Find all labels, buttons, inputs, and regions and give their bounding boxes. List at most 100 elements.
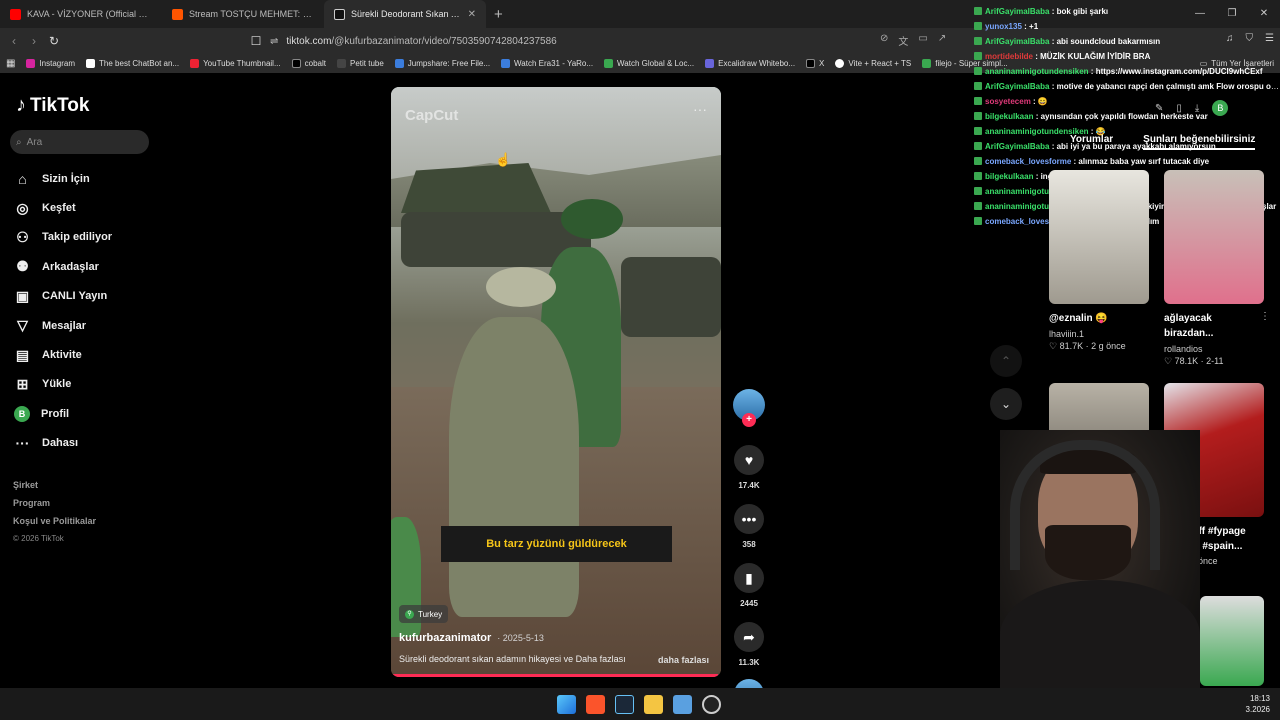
video-subtitle: Bu tarz yüzünü güldürecek [441, 526, 672, 562]
comment-count: 358 [742, 540, 756, 549]
browser-tab-3[interactable]: Sürekli Deodorant Sıkan Adam ✕ [324, 0, 486, 28]
steam-icon[interactable] [615, 695, 634, 714]
windows-start-icon[interactable] [557, 695, 576, 714]
app-icon[interactable] [702, 695, 721, 714]
file-explorer-icon[interactable] [644, 695, 663, 714]
new-tab-icon[interactable]: + [486, 6, 511, 23]
chat-username: bilgekulkaan [985, 172, 1034, 181]
taskbar-clock[interactable]: 18:13 3.2026 [1246, 693, 1270, 715]
bookmark-item[interactable]: Jumpshare: Free File... [394, 58, 490, 68]
bookmark-item[interactable]: Petit tube [336, 58, 384, 68]
edit-icon[interactable]: ✎ [1155, 103, 1163, 114]
share-icon[interactable]: ↗ [938, 33, 946, 48]
no-tracking-icon[interactable]: ⊘ [880, 33, 888, 48]
tab-comments[interactable]: Yorumlar [1070, 134, 1113, 150]
bookmark-item[interactable]: Vite + React + TS [835, 58, 911, 68]
chat-separator: : [1033, 112, 1041, 121]
more-link[interactable]: daha fazlası [658, 655, 709, 665]
bookmark-save-icon[interactable]: ▮ [734, 563, 764, 593]
nav-item-friends[interactable]: ⚉ Arkadaşlar [14, 252, 194, 281]
bookmark-item[interactable]: X [806, 58, 824, 68]
video-progress-bar[interactable] [391, 674, 721, 677]
back-icon[interactable]: ‹ [4, 34, 24, 48]
author-name[interactable]: kufurbazanimator [399, 632, 491, 644]
location-chip[interactable]: ⚲ Turkey [399, 605, 449, 623]
video-options-icon[interactable]: ··· [693, 101, 707, 117]
photos-icon[interactable] [673, 695, 692, 714]
browser-tab-2[interactable]: Stream TOSTÇU MEHMET: PART II (Er [162, 0, 324, 28]
bookmark-item[interactable]: The best ChatBot an... [86, 58, 179, 68]
comment-icon[interactable]: ••• [734, 504, 764, 534]
jumpshare-icon [394, 58, 404, 68]
recommended-card[interactable]: ağlayacak birazdan... rollandios ♡ 78.1K… [1164, 170, 1270, 367]
author-avatar[interactable]: + [733, 389, 765, 427]
bookmark-icon[interactable]: ☐ [246, 34, 266, 48]
comment-action[interactable]: ••• 358 [731, 504, 767, 549]
recommended-card[interactable]: @eznalin 😝 lhaviiin.1 ♡ 81.7K · 2 g önce [1049, 170, 1149, 352]
scroll-up-button[interactable]: ⌃ [990, 345, 1022, 377]
chat-separator: : [1021, 22, 1030, 31]
footer-link-terms[interactable]: Koşul ve Politikalar [13, 512, 96, 530]
like-action[interactable]: ♥ 17.4K [731, 445, 767, 490]
tiktok-logo[interactable]: ♪ TikTok [16, 94, 89, 117]
nav-item-for-you[interactable]: ⌂ Sizin İçin [14, 164, 194, 193]
browser-tab-1[interactable]: KAVA - VİZYONER (Official Music Vid [0, 0, 162, 28]
nav-item-profile[interactable]: B Profil [14, 399, 194, 428]
bookmark-item[interactable]: Excalidraw Whitebo... [705, 58, 796, 68]
heart-icon[interactable]: ♥ [734, 445, 764, 475]
search-icon: ⌕ [16, 136, 22, 148]
nav-item-live[interactable]: ▣ CANLI Yayın [14, 282, 194, 311]
video-player[interactable]: CapCut ··· Bu tarz yüzünü güldürecek ⚲ Tu… [391, 87, 721, 677]
reload-icon[interactable]: ↻ [44, 34, 64, 48]
translate-icon[interactable]: 文 [898, 33, 908, 48]
download-icon[interactable]: ⤓ [1195, 103, 1199, 114]
search-input[interactable]: ⌕ Ara [10, 130, 149, 154]
nav-label: Aktivite [42, 349, 82, 362]
card-more-icon[interactable]: ⋮ [1260, 311, 1270, 322]
x-icon [806, 58, 816, 68]
url-field[interactable]: ⇌ tiktok.com/@kufurbazanimator/video/750… [270, 32, 970, 50]
capcut-watermark: CapCut [405, 107, 459, 124]
save-action[interactable]: ▮ 2445 [731, 563, 767, 608]
nav-item-upload[interactable]: ⊞ Yükle [14, 370, 194, 399]
nav-item-explore[interactable]: ◎ Keşfet [14, 193, 194, 222]
chat-text: alınmaz baba yaw sırf tutacak diye [1078, 157, 1210, 166]
close-tab-icon[interactable]: ✕ [468, 9, 476, 20]
footer-link-program[interactable]: Program [13, 494, 96, 512]
windows-taskbar: 18:13 3.2026 [0, 688, 1280, 720]
apps-grid-icon[interactable]: ▦ [6, 58, 15, 69]
footer-link-company[interactable]: Şirket [13, 476, 96, 494]
card-age: 2-11 [1206, 356, 1224, 366]
chat-badge-icon [974, 202, 982, 210]
follow-plus-icon[interactable]: + [742, 413, 756, 427]
instagram-icon [26, 58, 36, 68]
user-avatar[interactable]: B [1212, 100, 1229, 116]
chat-text: 😄 [1037, 97, 1048, 106]
cast-icon[interactable]: ▭ [918, 33, 927, 48]
tab-title: KAVA - VİZYONER (Official Music Vid [27, 9, 152, 19]
forward-icon[interactable]: › [24, 34, 44, 48]
bookmark-item[interactable]: Watch Era31 - YaRo... [501, 58, 593, 68]
share-action[interactable]: ➦ 11.3K [731, 622, 767, 667]
device-icon[interactable]: ▯ [1176, 103, 1182, 114]
nav-item-activity[interactable]: ▤ Aktivite [14, 340, 194, 369]
chat-text: +1 [1029, 22, 1039, 31]
bookmark-item[interactable]: Instagram [26, 58, 75, 68]
filejo-icon [922, 58, 932, 68]
brave-browser-icon[interactable] [586, 695, 605, 714]
recommended-card[interactable] [1200, 596, 1264, 686]
bookmark-item[interactable]: cobalt [291, 58, 326, 68]
chat-badge-icon [974, 97, 982, 105]
nav-item-more[interactable]: ··· Dahası [14, 429, 194, 458]
scroll-down-button[interactable]: ⌄ [990, 388, 1022, 420]
bookmark-label: Excalidraw Whitebo... [718, 58, 796, 68]
bookmark-item[interactable]: Watch Global & Loc... [604, 58, 694, 68]
nav-item-messages[interactable]: ▽ Mesajlar [14, 311, 194, 340]
chat-username: ArifGayimalBaba [985, 7, 1050, 16]
site-info-icon[interactable]: ⇌ [270, 36, 278, 47]
bookmark-item[interactable]: YouTube Thumbnail... [190, 58, 281, 68]
nav-item-following[interactable]: ⚇ Takip ediliyor [14, 223, 194, 252]
tab-you-may-like[interactable]: Şunları beğenebilirsiniz [1143, 134, 1256, 150]
video-description: Sürekli deodorant sıkan adamın hikayesi … [399, 654, 626, 664]
share-arrow-icon[interactable]: ➦ [734, 622, 764, 652]
